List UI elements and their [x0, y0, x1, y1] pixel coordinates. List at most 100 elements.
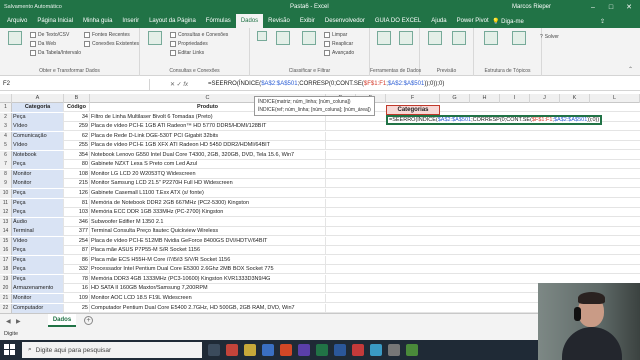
cell-codigo[interactable]: 346: [64, 217, 90, 227]
word-icon[interactable]: [334, 344, 346, 356]
cell-categoria[interactable]: Notebook: [12, 150, 64, 160]
tab-formulas[interactable]: Fórmulas: [201, 14, 236, 28]
row-header[interactable]: 17: [0, 255, 12, 265]
column-header[interactable]: J: [530, 94, 560, 103]
cell-codigo[interactable]: 126: [64, 188, 90, 198]
reaplicar-button[interactable]: Reaplicar: [324, 41, 353, 47]
planilha-previsao-button[interactable]: [448, 31, 470, 46]
add-sheet-icon[interactable]: +: [84, 316, 93, 325]
app-icon[interactable]: [226, 344, 238, 356]
cell-categoria[interactable]: Peça: [12, 188, 64, 198]
tab-exibir[interactable]: Exibir: [295, 14, 320, 28]
cell-codigo[interactable]: 81: [64, 198, 90, 208]
solver-button[interactable]: ? Solver: [540, 34, 559, 40]
cell-produto[interactable]: Memória ECC DDR 1GB 333MHz (PC-2700) Kin…: [90, 208, 326, 218]
da-tabela-button[interactable]: Da Tabela/Intervalo: [30, 50, 81, 56]
minimize-icon[interactable]: –: [584, 0, 602, 14]
autosave-label[interactable]: Salvamento Automático: [4, 4, 62, 10]
cell-categoria[interactable]: Peça: [12, 274, 64, 284]
conexoes-existentes-button[interactable]: Conexões Existentes: [84, 41, 139, 47]
powerpoint-icon[interactable]: [280, 344, 292, 356]
cell-categoria[interactable]: Vídeo: [12, 236, 64, 246]
column-header[interactable]: B: [64, 94, 90, 103]
app-icon[interactable]: [388, 344, 400, 356]
row-header[interactable]: 10: [0, 188, 12, 198]
row-header[interactable]: 4: [0, 131, 12, 141]
avancado-button[interactable]: Avançado: [324, 50, 354, 56]
tab-revisao[interactable]: Revisão: [263, 14, 295, 28]
tab-power-pivot[interactable]: Power Pivot: [452, 14, 494, 28]
user-name[interactable]: Marcos Rieper: [512, 4, 551, 10]
row-header[interactable]: 2: [0, 112, 12, 122]
app-icon[interactable]: [298, 344, 310, 356]
tab-desenvolvedor[interactable]: Desenvolvedor: [320, 14, 370, 28]
cell-codigo[interactable]: 259: [64, 122, 90, 132]
cell-produto[interactable]: HD SATA II 160GB Maxtor/Samsung 7,200RPM: [90, 284, 326, 294]
row-header[interactable]: 22: [0, 303, 12, 313]
app-icon[interactable]: [370, 344, 382, 356]
teste-hipoteses-button[interactable]: [424, 31, 446, 46]
categorias-header-cell[interactable]: Categorias: [386, 105, 440, 115]
cell-categoria[interactable]: Peça: [12, 246, 64, 256]
cell-codigo[interactable]: 80: [64, 160, 90, 170]
app-icon[interactable]: [352, 344, 364, 356]
select-all-corner[interactable]: [0, 94, 12, 103]
cell-categoria[interactable]: Peça: [12, 265, 64, 275]
windows-start-icon[interactable]: [4, 344, 16, 356]
cell-produto[interactable]: Processador Intel Pentium Dual Core E530…: [90, 265, 326, 275]
cell-produto[interactable]: Placa de Rede D-Link DGE-530T PCI Gigabi…: [90, 131, 326, 141]
row-header[interactable]: 12: [0, 208, 12, 218]
row-header[interactable]: 9: [0, 179, 12, 189]
close-icon[interactable]: ✕: [620, 0, 638, 14]
cell-categoria[interactable]: Peça: [12, 255, 64, 265]
tab-inserir[interactable]: Inserir: [117, 14, 144, 28]
da-web-button[interactable]: Da Web: [30, 41, 56, 47]
tab-layout[interactable]: Layout da Página: [144, 14, 201, 28]
cell-codigo[interactable]: 109: [64, 294, 90, 303]
column-header[interactable]: I: [500, 94, 530, 103]
row-header[interactable]: 7: [0, 160, 12, 170]
cell-categoria[interactable]: Monitor: [12, 169, 64, 179]
classificar-button[interactable]: [272, 31, 294, 46]
cell-codigo[interactable]: 86: [64, 255, 90, 265]
cell-produto[interactable]: Placa mãe ECS H55H-M Core i7/i5/i3 S/V/R…: [90, 255, 326, 265]
row-header[interactable]: 5: [0, 141, 12, 151]
function-tooltip[interactable]: ÍNDICE(matriz; núm_linha; [núm_coluna]) …: [254, 96, 375, 116]
cell-produto[interactable]: Terminal Consulta Preço Itautec Quickvie…: [90, 227, 326, 237]
cell-categoria[interactable]: Comunicação: [12, 131, 64, 141]
column-header[interactable]: G: [440, 94, 470, 103]
cell-codigo[interactable]: 103: [64, 208, 90, 218]
row-header[interactable]: 19: [0, 274, 12, 284]
excel-icon[interactable]: [316, 344, 328, 356]
row-header[interactable]: 8: [0, 169, 12, 179]
cell-produto[interactable]: Placa mãe ASUS P7P55-M S/R Socket 1156: [90, 246, 326, 256]
cell-produto[interactable]: Computador Pentium Dual Core E5400 2.7GH…: [90, 303, 326, 313]
cell-categoria[interactable]: Áudio: [12, 217, 64, 227]
row-header[interactable]: 16: [0, 246, 12, 256]
header-codigo[interactable]: Código: [64, 103, 90, 112]
folder-icon[interactable]: [244, 344, 256, 356]
row-header[interactable]: 13: [0, 217, 12, 227]
cell-produto[interactable]: Placa de vídeo PCI-E 512MB Nvidia GeForc…: [90, 236, 326, 246]
cell-codigo[interactable]: 255: [64, 141, 90, 151]
row-header[interactable]: 20: [0, 284, 12, 294]
cell-categoria[interactable]: Peça: [12, 112, 64, 122]
collapse-ribbon-icon[interactable]: ⌃: [628, 66, 633, 73]
filtro-button[interactable]: [298, 31, 320, 46]
desagrupar-button[interactable]: [508, 31, 530, 46]
fx-icon[interactable]: fx: [183, 82, 188, 88]
column-header[interactable]: K: [560, 94, 590, 103]
cell-categoria[interactable]: Peça: [12, 208, 64, 218]
tell-me-search[interactable]: 💡 Diga-me: [492, 18, 524, 25]
limpar-button[interactable]: Limpar: [324, 32, 347, 38]
row-header[interactable]: 11: [0, 198, 12, 208]
cell-produto[interactable]: Memória DDR3 4GB 1333MHz (PC3-10600) Kin…: [90, 274, 326, 284]
data-tools-button[interactable]: [396, 31, 416, 46]
sheet-tab-dados[interactable]: Dados: [48, 314, 76, 327]
cell-produto[interactable]: Gabinete Casemall L1100 T.Exx ATX (s/ fo…: [90, 188, 326, 198]
column-header[interactable]: A: [12, 94, 64, 103]
prev-sheet-icon[interactable]: ◀: [6, 318, 11, 325]
texto-colunas-button[interactable]: [374, 31, 394, 46]
row-header[interactable]: 1: [0, 103, 12, 112]
cell-categoria[interactable]: Peça: [12, 160, 64, 170]
